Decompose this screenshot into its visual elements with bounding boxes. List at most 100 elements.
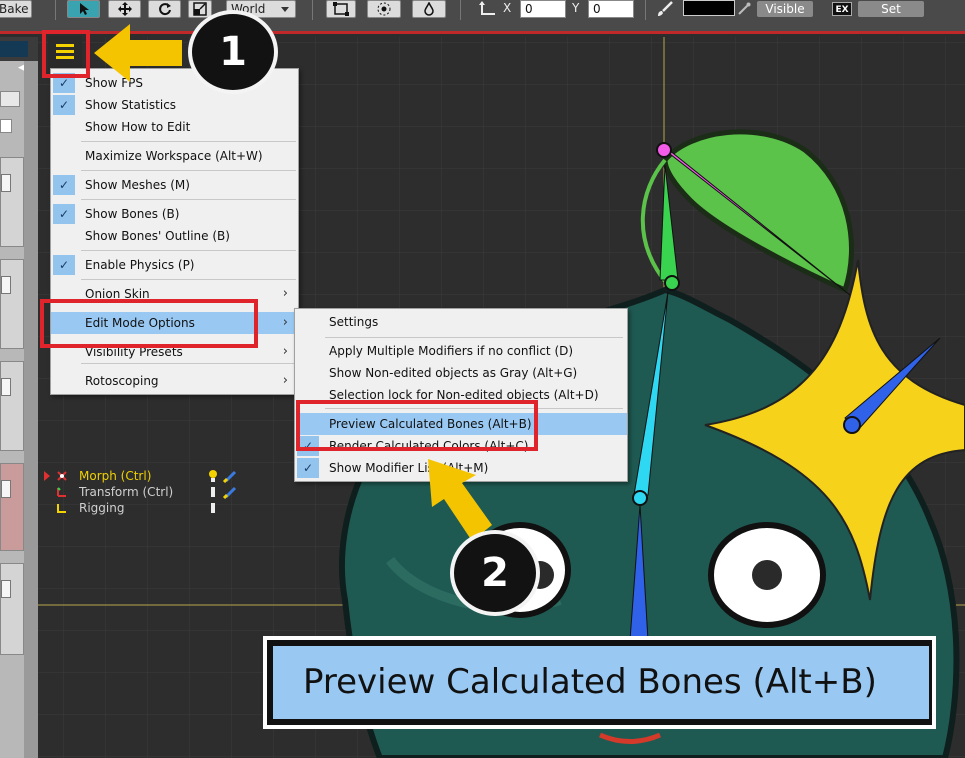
- rect-select-icon: [333, 2, 349, 16]
- menu-item-label: Show How to Edit: [85, 120, 191, 134]
- x-coordinate-input[interactable]: 0: [520, 0, 566, 18]
- menu-separator: [81, 279, 296, 280]
- select-tool-button[interactable]: [67, 0, 100, 18]
- panel-card-chip[interactable]: [1, 276, 11, 294]
- app-window: Bake World X 0 Y 0 Visible EX Set Morph …: [0, 0, 965, 758]
- panel-dropdown[interactable]: [0, 91, 20, 107]
- menu-item-enable-physics[interactable]: ✓ Enable Physics (P): [51, 254, 298, 276]
- droplet-tool-button[interactable]: [412, 0, 446, 18]
- rect-select-button[interactable]: [326, 0, 356, 18]
- submenu-item-apply-multiple-modifiers[interactable]: Apply Multiple Modifiers if no conflict …: [295, 340, 627, 362]
- visible-button[interactable]: Visible: [757, 1, 813, 17]
- bone-magenta-joint: [656, 142, 672, 158]
- panel-card: [0, 563, 24, 655]
- menu-separator: [325, 337, 623, 338]
- step-2-badge: 2: [450, 530, 540, 616]
- menu-item-label: Show Non-edited objects as Gray (Alt+G): [329, 366, 578, 380]
- menu-item-label: Rotoscoping: [85, 374, 159, 388]
- axis-icon: [479, 1, 495, 15]
- panel-checkbox[interactable]: [0, 119, 12, 133]
- y-label: Y: [572, 1, 580, 15]
- point-tool-button[interactable]: [367, 0, 401, 18]
- panel-card-chip[interactable]: [1, 174, 11, 192]
- set-button[interactable]: Set: [858, 1, 924, 17]
- select-arrow-icon: [79, 3, 89, 15]
- submenu-item-show-non-edited-gray[interactable]: Show Non-edited objects as Gray (Alt+G): [295, 362, 627, 384]
- check-icon: ✓: [53, 204, 75, 224]
- toolbar-separator: [55, 0, 56, 20]
- menu-item-show-bones-outline[interactable]: Show Bones' Outline (B): [51, 225, 298, 247]
- y-coordinate-input[interactable]: 0: [588, 0, 634, 18]
- panel-header-tab: [0, 41, 28, 57]
- color-swatch[interactable]: [683, 0, 735, 16]
- transform-icon: [57, 487, 66, 497]
- layer-item-morph[interactable]: Morph (Ctrl): [44, 468, 244, 484]
- menu-separator: [81, 170, 296, 171]
- submenu-item-settings[interactable]: Settings: [295, 311, 627, 333]
- highlight-box-preview-bones: [296, 400, 538, 451]
- point-icon: [377, 2, 391, 16]
- zoom-callout: Preview Calculated Bones (Alt+B): [263, 636, 936, 729]
- bone-green-joint: [664, 275, 680, 291]
- menu-separator: [81, 199, 296, 200]
- visibility-icon[interactable]: [208, 469, 238, 483]
- panel-card-chip[interactable]: [1, 378, 11, 396]
- step-1-badge: 1: [188, 10, 278, 94]
- highlight-box-menu-button: [42, 30, 90, 78]
- left-side-panel: ◀◀: [0, 37, 38, 758]
- menu-item-label: Enable Physics (P): [85, 258, 195, 272]
- visibility-icon[interactable]: [208, 485, 238, 499]
- panel-card-chip[interactable]: [1, 580, 11, 598]
- brush-icon: [658, 1, 673, 16]
- menu-item-label: Settings: [329, 315, 379, 329]
- menu-item-label: Apply Multiple Modifiers if no conflict …: [329, 344, 574, 358]
- menu-item-label: Show Meshes (M): [85, 178, 190, 192]
- chevron-right-icon: ›: [282, 373, 288, 388]
- toolbar-separator: [645, 0, 646, 20]
- chevron-right-icon: ›: [282, 315, 288, 330]
- chevron-right-icon: ›: [282, 344, 288, 359]
- menu-item-maximize-workspace[interactable]: Maximize Workspace (Alt+W): [51, 145, 298, 167]
- eyedropper-icon[interactable]: [737, 2, 751, 16]
- check-icon: ✓: [53, 255, 75, 275]
- arrow-left-icon: [94, 24, 182, 82]
- zoom-callout-label: Preview Calculated Bones (Alt+B): [273, 646, 929, 719]
- layer-item-rigging[interactable]: Rigging: [44, 500, 244, 516]
- visibility-icon[interactable]: [208, 501, 238, 515]
- rotate-tool-button[interactable]: [148, 0, 181, 18]
- toolbar-separator: [460, 0, 461, 20]
- character-pupil-right: [752, 560, 782, 590]
- menu-item-label: Show Bones (B): [85, 207, 180, 221]
- ex-icon[interactable]: EX: [832, 2, 852, 16]
- menu-item-show-meshes[interactable]: ✓ Show Meshes (M): [51, 174, 298, 196]
- panel-card: [0, 361, 24, 451]
- panel-card-chip[interactable]: [1, 480, 11, 498]
- x-label: X: [503, 1, 512, 15]
- scale-icon: [193, 2, 207, 16]
- layer-item-transform[interactable]: Transform (Ctrl): [44, 484, 244, 500]
- menu-item-rotoscoping[interactable]: Rotoscoping ›: [51, 370, 298, 392]
- layer-label: Transform (Ctrl): [79, 485, 174, 499]
- toolbar-separator: [312, 0, 313, 20]
- bake-button[interactable]: Bake: [0, 0, 32, 18]
- bone-cyan-joint: [632, 490, 648, 506]
- rigging-icon: [57, 504, 66, 513]
- move-icon: [117, 2, 132, 16]
- menu-item-label: Show Statistics: [85, 98, 177, 112]
- modifier-layer-list: Morph (Ctrl) Transform (Ctrl) Rigging: [44, 468, 244, 516]
- morph-icon: [57, 471, 67, 481]
- panel-header: [0, 37, 38, 61]
- check-icon: ✓: [53, 95, 75, 115]
- menu-item-show-statistics[interactable]: ✓ Show Statistics: [51, 94, 298, 116]
- check-icon: ✓: [297, 458, 319, 478]
- menu-item-show-bones[interactable]: ✓ Show Bones (B): [51, 203, 298, 225]
- layer-label: Rigging: [79, 501, 125, 515]
- menu-separator: [81, 141, 296, 142]
- panel-card: [0, 157, 24, 247]
- menu-item-label: Maximize Workspace (Alt+W): [85, 149, 263, 163]
- menu-item-show-how-to-edit[interactable]: Show How to Edit: [51, 116, 298, 138]
- panel-scrollbar[interactable]: [24, 61, 38, 758]
- check-icon: ✓: [53, 175, 75, 195]
- move-tool-button[interactable]: [108, 0, 141, 18]
- chevron-right-icon: ›: [282, 286, 288, 301]
